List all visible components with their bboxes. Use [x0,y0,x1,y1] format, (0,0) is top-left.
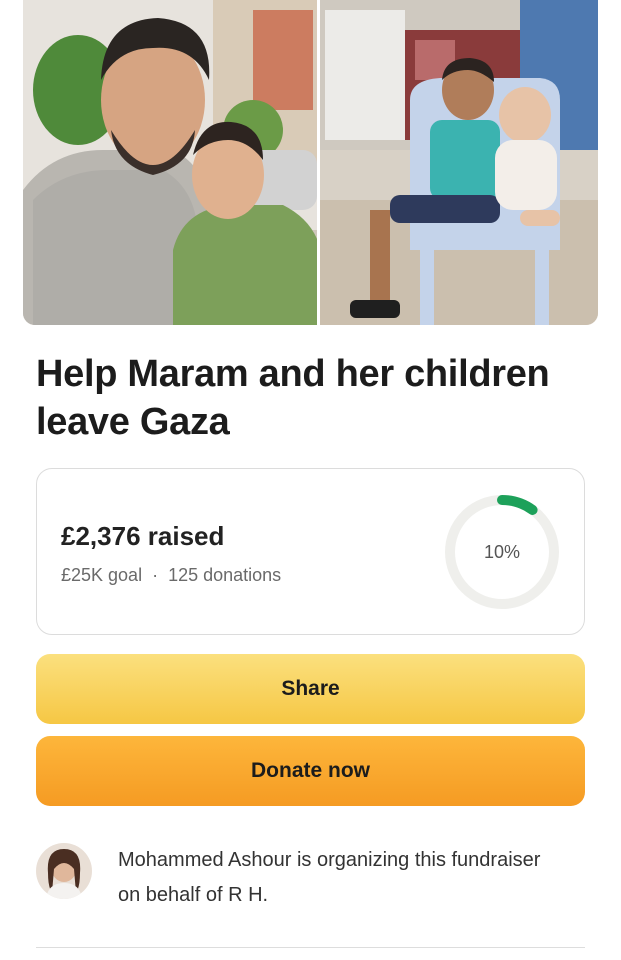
progress-percent: 10% [483,542,521,562]
organizer-info: Mohammed Ashour is organizing this fundr… [36,843,585,913]
campaign-title: Help Maram and her children leave Gaza [36,353,550,443]
donation-stats-card: £2,376 raised £25K goal · 125 donations … [36,468,585,635]
section-divider [36,947,585,948]
share-button[interactable]: Share [36,654,585,724]
donate-now-button[interactable]: Donate now [36,736,585,806]
hero-photo-man-and-child [23,0,317,325]
goal-and-donations: £25K goal · 125 donations [61,565,281,586]
amount-raised: £2,376 raised [61,521,224,552]
raised-amount: £2,376 [61,521,141,551]
progress-ring: 10% [441,491,563,613]
organizer-avatar[interactable] [36,843,92,899]
donation-count: 125 donations [168,565,282,585]
campaign-hero-photos[interactable] [23,0,598,325]
hero-photo-children-on-chair [320,0,598,325]
organizer-text: Mohammed Ashour is organizing this fundr… [118,849,541,906]
raised-word: raised [147,521,225,551]
goal-amount: £25K goal [61,565,143,585]
meta-separator: · [152,565,159,585]
